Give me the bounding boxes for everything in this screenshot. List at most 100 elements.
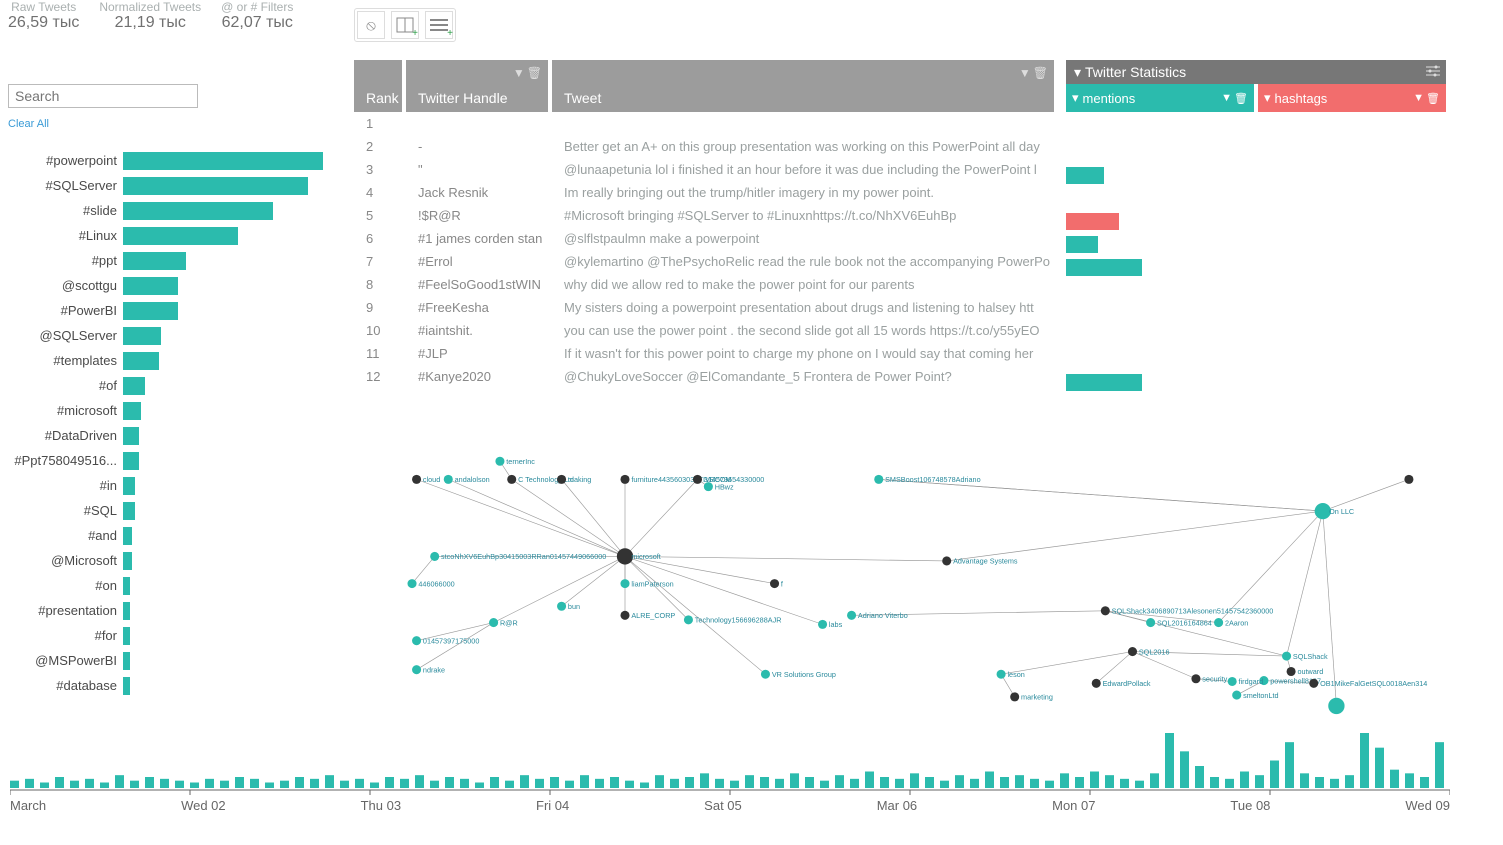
network-node[interactable]: ternerInc	[495, 457, 535, 466]
filter-bar-row[interactable]: #PowerBI	[8, 298, 330, 323]
cell-handle: #iaintshit.	[406, 321, 552, 344]
network-node[interactable]: bun	[557, 602, 580, 611]
table-row[interactable]: 9 #FreeKesha My sisters doing a powerpoi…	[354, 298, 1058, 321]
network-node[interactable]: andalolson	[444, 475, 490, 484]
trash-icon[interactable]: 🗑	[1426, 92, 1440, 105]
network-node[interactable]: security	[1191, 674, 1227, 683]
tab-mentions[interactable]: ▾mentions ▼🗑	[1066, 84, 1254, 112]
filter-bar-chart: #powerpoint#SQLServer #slide #Linux#ppt@sc…	[8, 148, 330, 698]
table-row[interactable]: 2 - Better get an A+ on this group prese…	[354, 137, 1058, 160]
table-row[interactable]: 4 Jack Resnik Im really bringing out the…	[354, 183, 1058, 206]
filter-bar-row[interactable]: #and	[8, 523, 330, 548]
network-node[interactable]: Advantage Systems	[942, 556, 1018, 565]
clear-all-link[interactable]: Clear All	[8, 118, 49, 130]
trash-icon[interactable]: 🗑	[1234, 92, 1248, 105]
network-node[interactable]	[1404, 475, 1413, 484]
network-node[interactable]: microsoft	[617, 548, 661, 564]
network-node[interactable]: making	[557, 475, 591, 484]
table-row[interactable]: 10 #iaintshit. you can use the power poi…	[354, 321, 1058, 344]
filter-bar-row[interactable]: #slide	[8, 198, 330, 223]
table-row[interactable]: 7 #Errol @kylemartino @ThePsychoRelic re…	[354, 252, 1058, 275]
network-node[interactable]: SMSBoost106748578Adriano	[874, 475, 980, 484]
table-row[interactable]: 12 #Kanye2020 @ChukyLoveSoccer @ElComand…	[354, 367, 1058, 390]
filter-bar-row[interactable]: @MSPowerBI	[8, 648, 330, 673]
settings-icon[interactable]	[1426, 64, 1440, 81]
table-row[interactable]: 3 " @lunaapetunia lol i finished it an h…	[354, 160, 1058, 183]
network-node[interactable]	[1328, 698, 1344, 714]
filter-bar-label: #slide	[8, 203, 123, 218]
table-row[interactable]: 1	[354, 114, 1058, 137]
network-node[interactable]: R@R	[489, 618, 518, 627]
filter-bar-row[interactable]: #SQLServer	[8, 173, 330, 198]
filter-bar-row[interactable]: #DataDriven	[8, 423, 330, 448]
col-handle[interactable]: ▼🗑 Twitter Handle	[406, 60, 552, 112]
col-rank[interactable]: Rank	[354, 60, 406, 112]
filter-bar-row[interactable]: #Ppt758049516...	[8, 448, 330, 473]
col-tweet[interactable]: ▼🗑 Tweet	[552, 60, 1058, 112]
network-node[interactable]: SQL2016	[1128, 647, 1170, 656]
filter-bar-row[interactable]: #SQL	[8, 498, 330, 523]
filter-bar-row[interactable]: #of	[8, 373, 330, 398]
network-node[interactable]: Technology156696288AJR	[684, 615, 782, 624]
network-node[interactable]: marketing	[1010, 692, 1053, 701]
network-node[interactable]: 446066000	[408, 579, 455, 588]
filter-bar-row[interactable]: #database	[8, 673, 330, 698]
filter-bar-row[interactable]: @SQLServer	[8, 323, 330, 348]
network-node[interactable]: HBwz	[704, 482, 734, 491]
network-node[interactable]: VR Solutions Group	[761, 670, 836, 679]
timeline-chart[interactable]	[10, 730, 1450, 795]
table-row[interactable]: 8 #FeelSoGood1stWIN why did we allow red…	[354, 275, 1058, 298]
network-node[interactable]: cloud	[412, 475, 440, 484]
filter-bar-label: #of	[8, 378, 123, 393]
filter-bar-row[interactable]: #Linux	[8, 223, 330, 248]
table-row[interactable]: 6 #1 james corden stan @slflstpaulmn mak…	[354, 229, 1058, 252]
tab-hashtags[interactable]: ▾hashtags ▼🗑	[1258, 84, 1446, 112]
twitter-stats-header[interactable]: ▾ Twitter Statistics	[1066, 60, 1446, 84]
network-node[interactable]: stcoNhXV6EuhBp30415003RRan01457449066000	[430, 552, 606, 561]
svg-text:smeltonLtd: smeltonLtd	[1243, 691, 1278, 700]
network-node[interactable]: liamPaterson	[620, 579, 673, 588]
filter-icon[interactable]: ▼	[513, 66, 525, 80]
block-icon[interactable]: ⦸	[357, 11, 385, 39]
table-row[interactable]: 5 !$R@R #Microsoft bringing #SQLServer t…	[354, 206, 1058, 229]
table-row[interactable]: 11 #JLP If it wasn't for this power poin…	[354, 344, 1058, 367]
network-node[interactable]: f	[770, 579, 784, 588]
split-view-icon[interactable]: +	[391, 11, 419, 39]
network-node[interactable]: ndrake	[412, 665, 445, 674]
list-view-icon[interactable]: +	[425, 11, 453, 39]
filter-bar-row[interactable]: #in	[8, 473, 330, 498]
network-node[interactable]: ALRE_CORP	[620, 611, 675, 620]
network-node[interactable]: outward	[1287, 667, 1324, 676]
filter-bar-row[interactable]: #templates	[8, 348, 330, 373]
filter-icon[interactable]: ▼	[1413, 92, 1424, 105]
filter-bar-row[interactable]: #for	[8, 623, 330, 648]
network-node[interactable]: labs	[818, 620, 843, 629]
network-node[interactable]: EdwardPollack	[1092, 679, 1151, 688]
network-node[interactable]: SQLShack	[1282, 652, 1328, 661]
filter-bar-row[interactable]: @Microsoft	[8, 548, 330, 573]
network-node[interactable]: On LLC	[1315, 503, 1355, 519]
network-node[interactable]: OB1MikeFalGetSQL0018Aen314	[1309, 679, 1427, 688]
filter-icon[interactable]: ▼	[1019, 66, 1031, 80]
trash-icon[interactable]: 🗑	[1033, 66, 1048, 80]
trash-icon[interactable]: 🗑	[527, 66, 542, 80]
network-node[interactable]: firdgard	[1228, 677, 1263, 686]
filter-bar-row[interactable]: #ppt	[8, 248, 330, 273]
network-node[interactable]: leson	[997, 670, 1025, 679]
cell-tweet: you can use the power point . the second…	[552, 321, 1058, 344]
filter-bar-row[interactable]: #microsoft	[8, 398, 330, 423]
network-node[interactable]: SQLShack3406890713Alesonen51457542360000	[1101, 606, 1274, 615]
filter-bar-row[interactable]: #presentation	[8, 598, 330, 623]
network-node[interactable]: SQL2016164864	[1146, 618, 1212, 627]
network-node[interactable]: smeltonLtd	[1232, 691, 1278, 700]
search-input[interactable]	[8, 84, 198, 108]
network-node[interactable]: 01457397175000	[412, 636, 479, 645]
network-node[interactable]: 2Aaron	[1214, 618, 1248, 627]
stat-bar-row	[1066, 187, 1446, 210]
filter-bar-row[interactable]: @scottgu	[8, 273, 330, 298]
network-graph[interactable]: cloudandalolsonternerIncC Technology Ltd…	[345, 425, 1485, 715]
filter-icon[interactable]: ▼	[1221, 92, 1232, 105]
filter-bar-row[interactable]: #on	[8, 573, 330, 598]
filter-bar-row[interactable]: #powerpoint	[8, 148, 330, 173]
filter-bar-value	[123, 152, 323, 170]
